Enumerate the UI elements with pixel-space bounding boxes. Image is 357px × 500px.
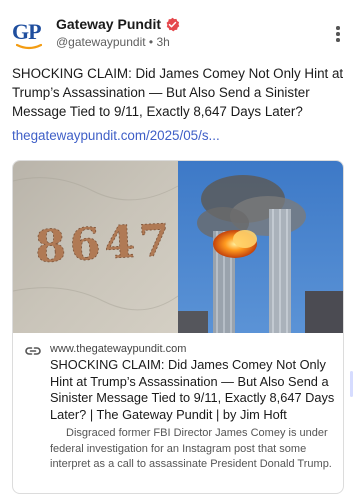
preview-description: Disgraced former FBI Director James Come… <box>50 427 332 470</box>
author-avatar[interactable]: GP <box>12 19 46 53</box>
post-time[interactable]: 3h <box>156 35 169 49</box>
shells-8647-text: 8647 <box>34 215 175 273</box>
verified-badge-icon <box>166 17 180 31</box>
post-text: SHOCKING CLAIM: Did James Comey Not Only… <box>12 66 344 119</box>
sand-image: 8647 <box>13 161 179 333</box>
author-name-row: Gateway Pundit <box>56 16 180 32</box>
author-name[interactable]: Gateway Pundit <box>56 16 161 32</box>
post-link[interactable]: thegatewaypundit.com/2025/05/s... <box>12 128 220 143</box>
author-meta: @gatewaypundit • 3h <box>56 35 170 49</box>
avatar-logo-text: GP <box>12 19 42 44</box>
link-preview-card[interactable]: 8647 www.thegatewaypundit.com SHOCKING C… <box>12 160 344 494</box>
preview-image[interactable]: 8647 <box>13 161 343 333</box>
author-handle[interactable]: @gatewaypundit <box>56 35 146 49</box>
preview-domain: www.thegatewaypundit.com <box>50 343 187 355</box>
scrollbar-thumb[interactable] <box>350 371 353 397</box>
link-icon <box>25 347 41 355</box>
towers-image <box>178 161 343 333</box>
post-header: GP Gateway Pundit @gatewaypundit • 3h <box>0 0 357 58</box>
preview-body: www.thegatewaypundit.com SHOCKING CLAIM:… <box>13 333 343 493</box>
preview-title[interactable]: SHOCKING CLAIM: Did James Comey Not Only… <box>50 357 335 423</box>
meta-separator: • <box>148 35 154 49</box>
more-vertical-icon[interactable] <box>335 26 341 42</box>
logo-swoosh-icon <box>16 43 42 50</box>
